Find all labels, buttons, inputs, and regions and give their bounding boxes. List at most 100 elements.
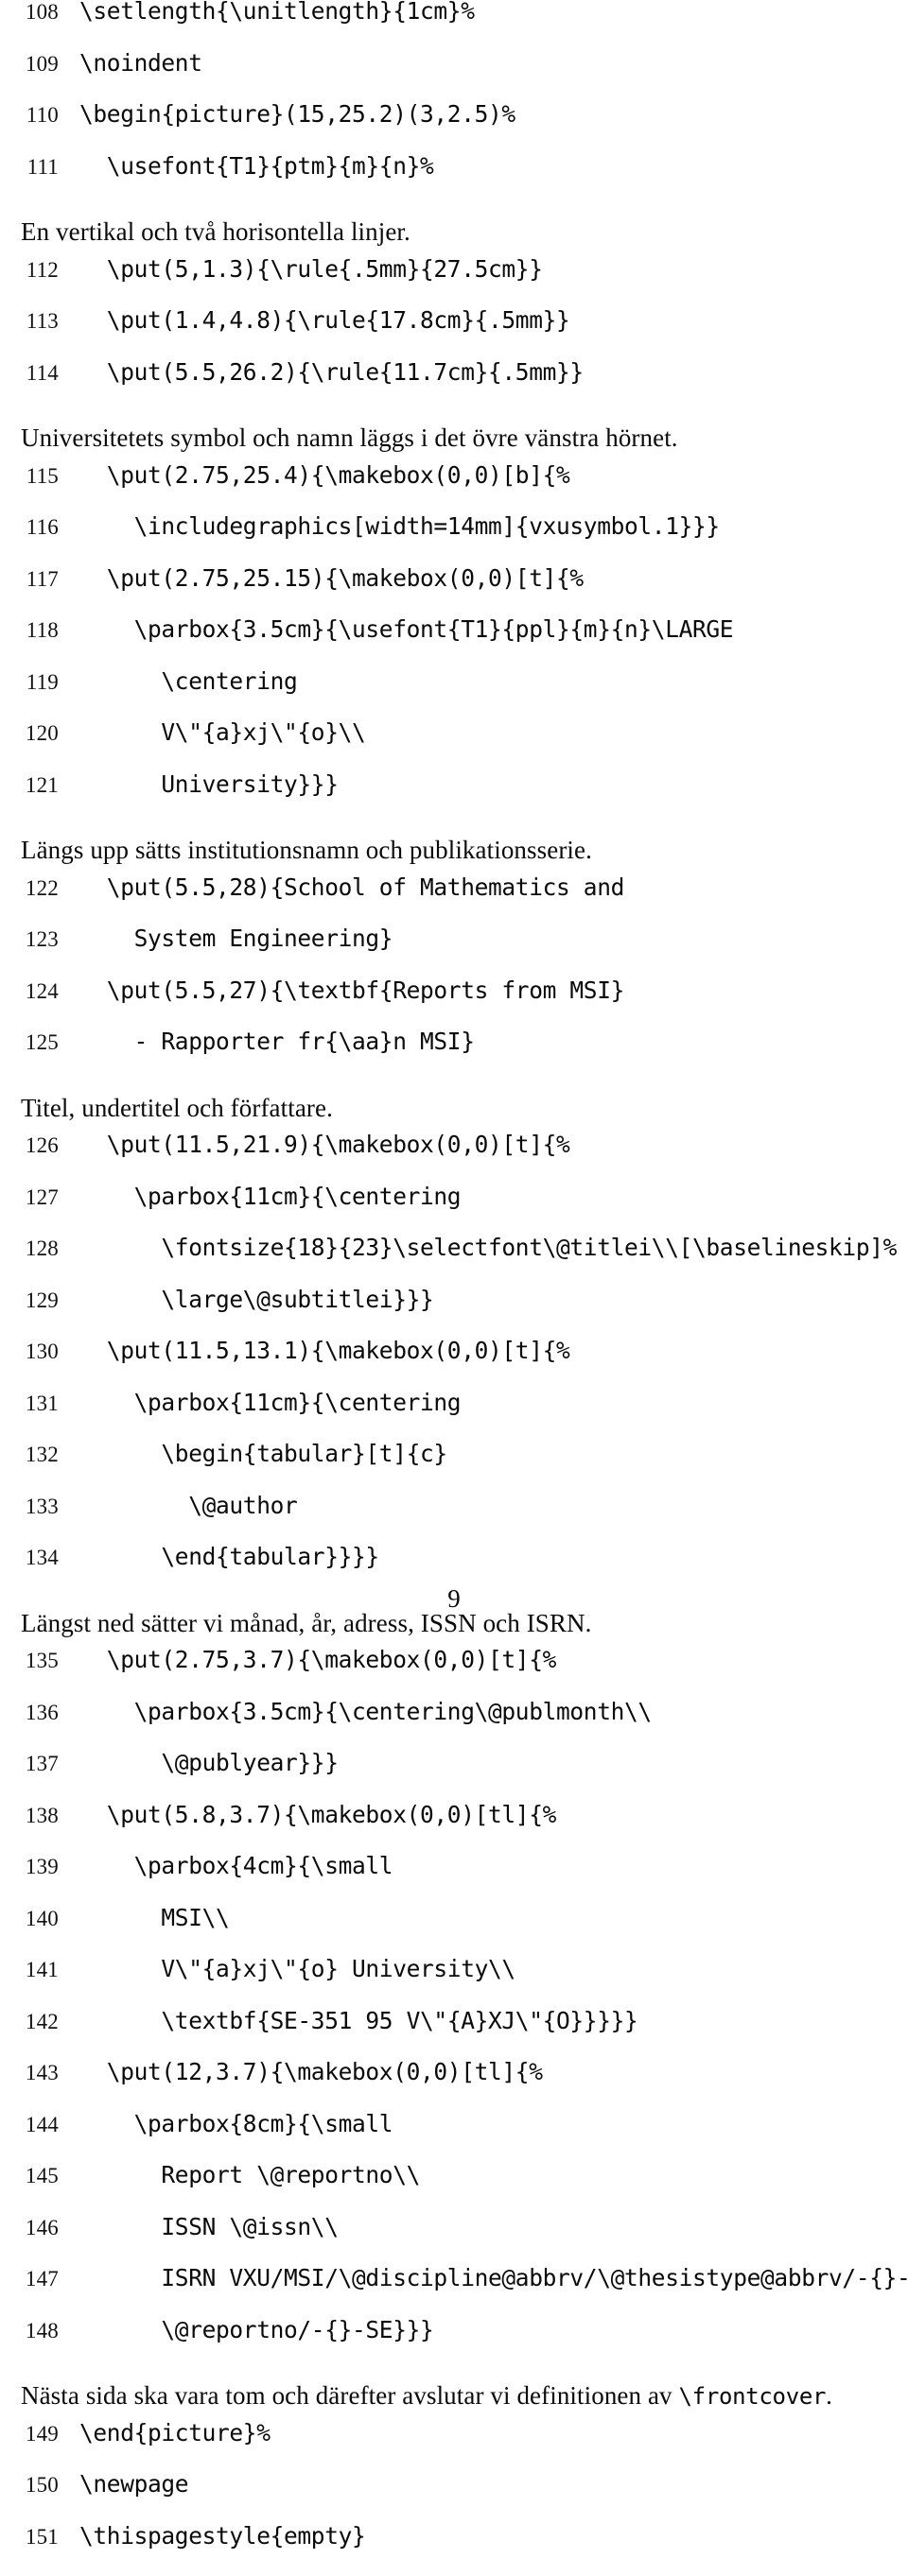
code-line-text: \setlength{\unitlength}{1cm}%	[59, 0, 475, 24]
code-line-number: 124	[0, 980, 59, 1002]
code-line-text: \end{tabular}}}}	[59, 1546, 379, 1569]
frontcover-command: \frontcover	[679, 2383, 827, 2410]
code-line-number: 138	[0, 1805, 59, 1826]
code-line-number: 132	[0, 1444, 59, 1465]
code-line-text: \usefont{T1}{ptm}{m}{n}%	[59, 155, 433, 179]
code-line-number: 108	[0, 1, 59, 23]
code-line-text: MSI\\	[59, 1907, 229, 1930]
code-line-text: University}}}	[59, 773, 339, 797]
code-line-text: V\"{a}xj\"{o}\\	[59, 721, 365, 745]
document-page: 108\setlength{\unitlength}{1cm}%109\noin…	[0, 0, 908, 1638]
code-line-text: \textbf{SE-351 95 V\"{A}XJ\"{O}}}}}	[59, 2010, 637, 2033]
code-line-text: \begin{picture}(15,25.2)(3,2.5)%	[59, 103, 515, 127]
code-line: 139 \parbox{4cm}{\small	[0, 1855, 908, 1907]
prose-paragraph: Nästa sida ska vara tom och därefter avs…	[0, 2370, 908, 2422]
code-line-number: 121	[0, 774, 59, 796]
code-line: 149\end{picture}%	[0, 2422, 908, 2474]
code-line-number: 118	[0, 619, 59, 641]
code-line-text: \end{picture}%	[59, 2422, 271, 2446]
code-line: 142 \textbf{SE-351 95 V\"{A}XJ\"{O}}}}}	[0, 2010, 908, 2062]
code-line: 122 \put(5.5,28){School of Mathematics a…	[0, 876, 908, 928]
code-line-text: Report \@reportno\\	[59, 2164, 420, 2187]
prose-text: .	[826, 2381, 832, 2410]
code-line-number: 148	[0, 2320, 59, 2342]
code-line-number: 113	[0, 310, 59, 332]
code-line: 143 \put(12,3.7){\makebox(0,0)[tl]{%	[0, 2061, 908, 2113]
code-line: 124 \put(5.5,27){\textbf{Reports from MS…	[0, 979, 908, 1031]
code-line-number: 149	[0, 2423, 59, 2445]
code-line-text: System Engineering}	[59, 927, 393, 951]
code-line-text: \@reportno/-{}-SE}}}	[59, 2319, 433, 2343]
code-line-text: \thispagestyle{empty}	[59, 2525, 365, 2549]
code-line: 127 \parbox{11cm}{\centering	[0, 1185, 908, 1237]
code-line-text: ISRN VXU/MSI/\@discipline@abbrv/\@thesis…	[59, 2267, 908, 2291]
code-line-number: 136	[0, 1702, 59, 1723]
code-line-number: 114	[0, 362, 59, 384]
code-line-number: 126	[0, 1134, 59, 1156]
code-line: 128 \fontsize{18}{23}\selectfont\@titlei…	[0, 1236, 908, 1288]
prose-paragraph: Universitetets symbol och namn läggs i d…	[0, 412, 908, 464]
code-line: 135 \put(2.75,3.7){\makebox(0,0)[t]{%	[0, 1649, 908, 1701]
code-line-text: \put(5.5,27){\textbf{Reports from MSI}	[59, 979, 624, 1003]
code-line-text: \put(5,1.3){\rule{.5mm}{27.5cm}}	[59, 258, 543, 282]
code-line-text: \centering	[59, 670, 297, 694]
code-line: 116 \includegraphics[width=14mm]{vxusymb…	[0, 515, 908, 567]
code-line-number: 139	[0, 1856, 59, 1877]
code-line: 120 V\"{a}xj\"{o}\\	[0, 721, 908, 773]
code-line: 113 \put(1.4,4.8){\rule{17.8cm}{.5mm}}	[0, 309, 908, 361]
code-line-number: 125	[0, 1031, 59, 1053]
code-line: 141 V\"{a}xj\"{o} University\\	[0, 1958, 908, 2010]
code-line: 147 ISRN VXU/MSI/\@discipline@abbrv/\@th…	[0, 2267, 908, 2319]
code-line-number: 127	[0, 1186, 59, 1208]
code-line-text: \@publyear}}}	[59, 1752, 339, 1775]
code-line: 136 \parbox{3.5cm}{\centering\@publmonth…	[0, 1701, 908, 1753]
code-line: 121 University}}}	[0, 773, 908, 825]
code-line: 148 \@reportno/-{}-SE}}}	[0, 2319, 908, 2371]
code-line-text: \put(11.5,13.1){\makebox(0,0)[t]{%	[59, 1340, 569, 1363]
prose-paragraph: Längs upp sätts institutionsnamn och pub…	[0, 824, 908, 876]
code-line: 129 \large\@subtitlei}}}	[0, 1288, 908, 1340]
code-line-number: 140	[0, 1908, 59, 1929]
code-line: 131 \parbox{11cm}{\centering	[0, 1392, 908, 1444]
code-line-text: \@author	[59, 1495, 297, 1518]
code-line-text: \put(11.5,21.9){\makebox(0,0)[t]{%	[59, 1133, 569, 1157]
code-line-number: 141	[0, 1959, 59, 1980]
code-line: 123 System Engineering}	[0, 927, 908, 979]
code-line: 144 \parbox{8cm}{\small	[0, 2113, 908, 2165]
code-line-number: 122	[0, 877, 59, 899]
code-line-text: \parbox{4cm}{\small	[59, 1855, 393, 1878]
code-line-number: 120	[0, 722, 59, 744]
code-line-text: \begin{tabular}[t]{c}	[59, 1443, 447, 1466]
code-line-number: 144	[0, 2114, 59, 2135]
code-line-number: 112	[0, 259, 59, 281]
code-line: 137 \@publyear}}}	[0, 1752, 908, 1804]
code-line: 133 \@author	[0, 1495, 908, 1547]
code-line-text: V\"{a}xj\"{o} University\\	[59, 1958, 515, 1981]
prose-text: Nästa sida ska vara tom och därefter avs…	[21, 2381, 679, 2410]
code-line-number: 142	[0, 2011, 59, 2032]
code-line-number: 123	[0, 928, 59, 950]
code-line: 130 \put(11.5,13.1){\makebox(0,0)[t]{%	[0, 1340, 908, 1392]
code-line-number: 111	[0, 156, 59, 178]
code-line-number: 116	[0, 516, 59, 538]
code-line: 126 \put(11.5,21.9){\makebox(0,0)[t]{%	[0, 1133, 908, 1185]
code-line-number: 135	[0, 1650, 59, 1671]
code-line-number: 146	[0, 2217, 59, 2239]
code-line-number: 119	[0, 671, 59, 693]
code-line: 108\setlength{\unitlength}{1cm}%	[0, 0, 908, 52]
code-line-text: \fontsize{18}{23}\selectfont\@titlei\\[\…	[59, 1236, 897, 1260]
code-line: 114 \put(5.5,26.2){\rule{11.7cm}{.5mm}}	[0, 361, 908, 413]
code-line-number: 115	[0, 465, 59, 487]
code-line: 146 ISSN \@issn\\	[0, 2216, 908, 2268]
code-line-number: 150	[0, 2474, 59, 2496]
code-line: 117 \put(2.75,25.15){\makebox(0,0)[t]{%	[0, 567, 908, 619]
code-line-text: \put(5.5,28){School of Mathematics and	[59, 876, 624, 900]
code-line-text: \parbox{3.5cm}{\usefont{T1}{ppl}{m}{n}\L…	[59, 618, 733, 642]
code-line-number: 130	[0, 1340, 59, 1362]
code-line-text: \parbox{11cm}{\centering	[59, 1392, 461, 1415]
code-line-number: 134	[0, 1547, 59, 1568]
code-line: 115 \put(2.75,25.4){\makebox(0,0)[b]{%	[0, 464, 908, 516]
code-line-text: \large\@subtitlei}}}	[59, 1288, 433, 1312]
code-line-number: 117	[0, 568, 59, 590]
code-line-text: \parbox{11cm}{\centering	[59, 1185, 461, 1209]
